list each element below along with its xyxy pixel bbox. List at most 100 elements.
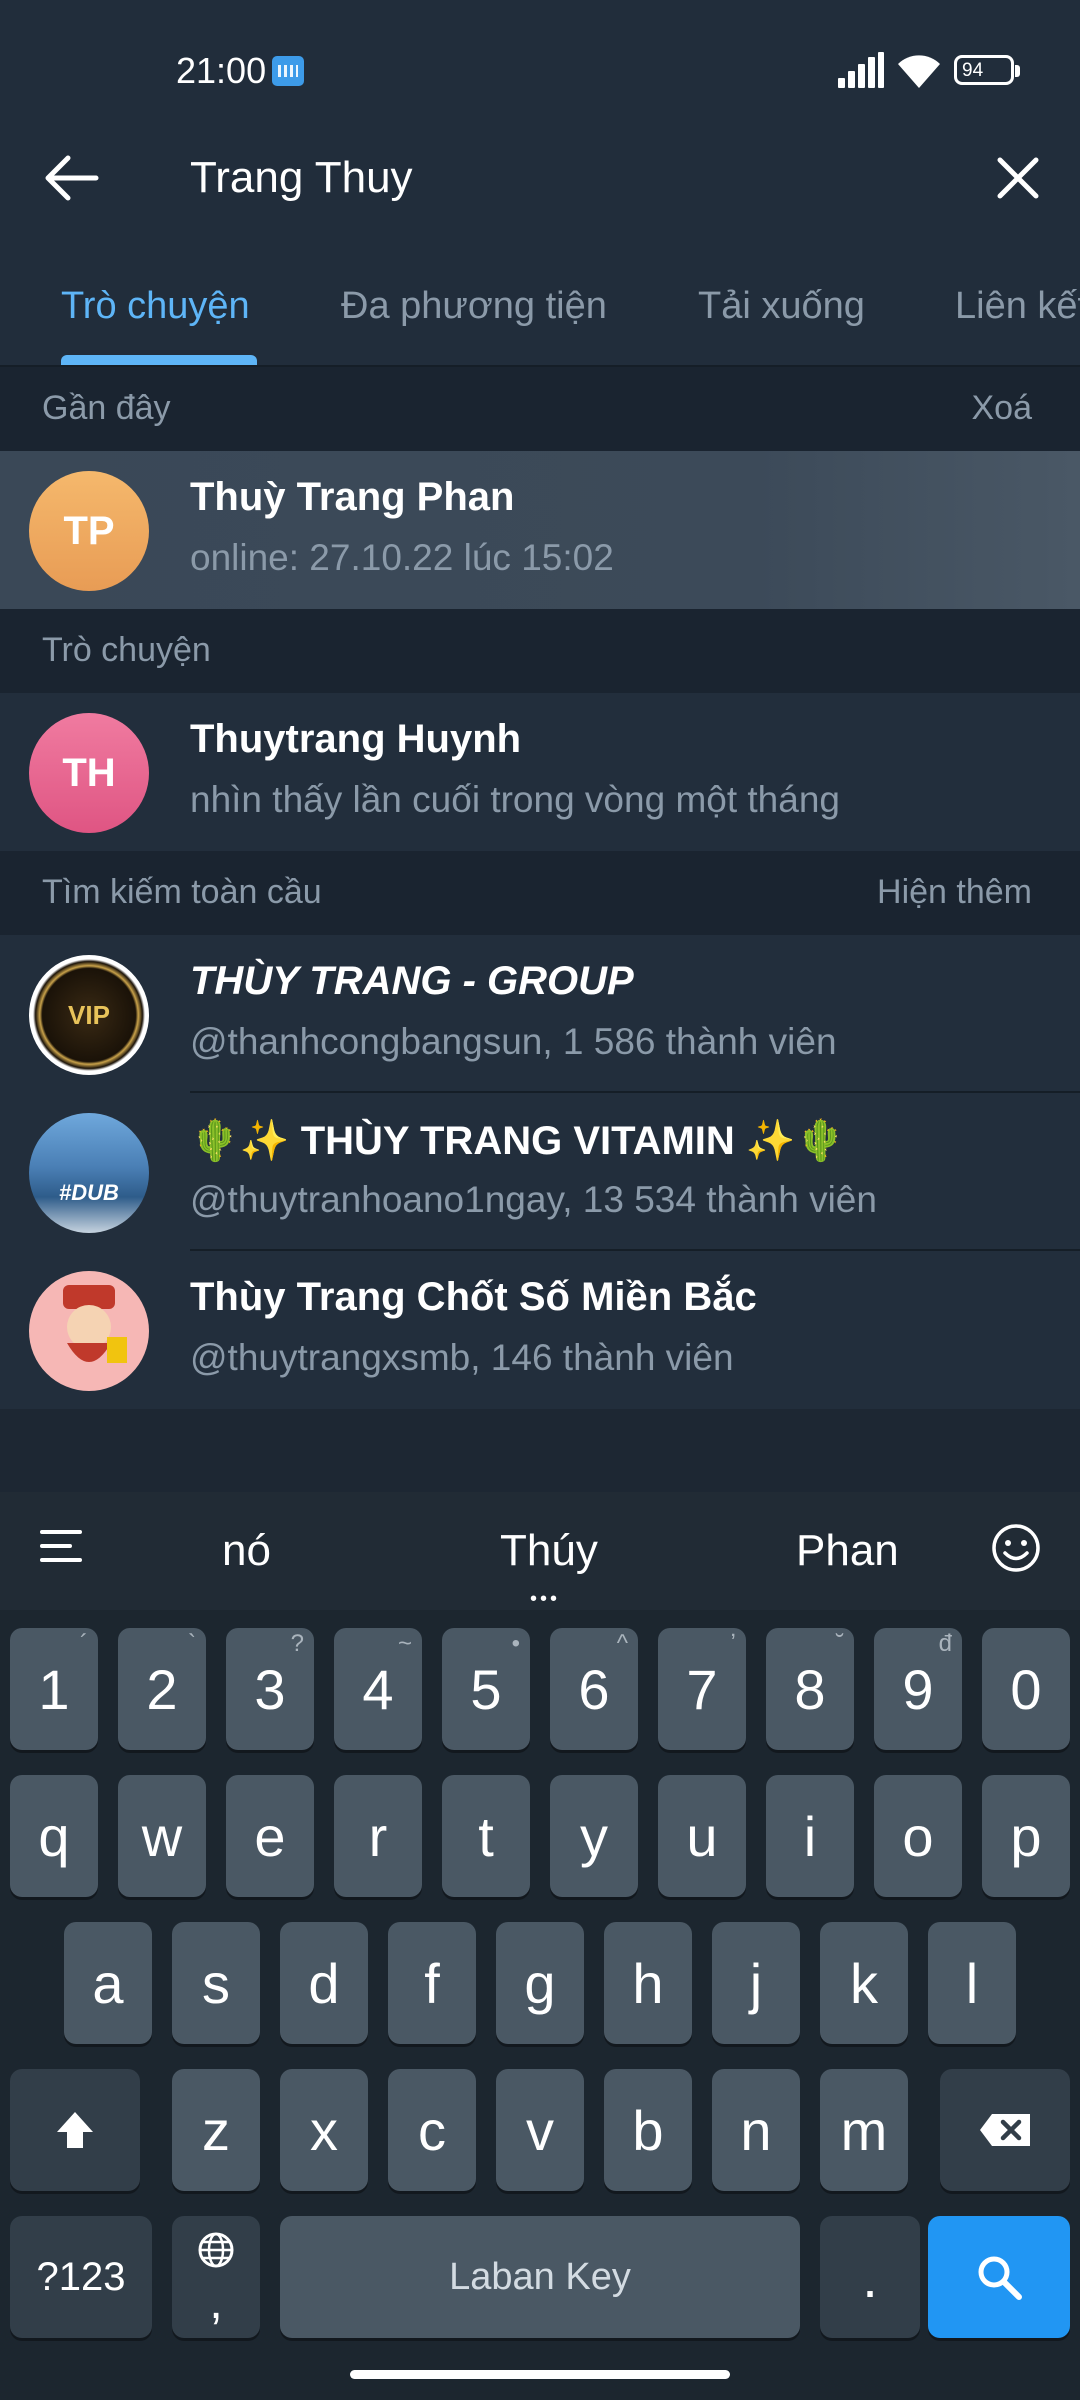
keyboard-suggestion-bar: nó Thúy ••• Phan: [0, 1492, 1080, 1610]
search-icon: [978, 2256, 1022, 2300]
avatar: #DUB: [29, 1113, 149, 1233]
language-comma-key[interactable]: ,: [172, 2216, 260, 2338]
key-e[interactable]: e: [226, 1775, 314, 1897]
key-h[interactable]: h: [604, 1922, 692, 2044]
section-title: Gần đây: [42, 389, 171, 427]
key-d[interactable]: d: [280, 1922, 368, 2044]
tab-indicator: [61, 355, 257, 365]
suggestion[interactable]: nó: [222, 1526, 271, 1576]
key-t[interactable]: t: [442, 1775, 530, 1897]
tab-downloads[interactable]: Tải xuống: [698, 285, 865, 328]
list-item[interactable]: TP Thuỳ Trang Phan online: 27.10.22 lúc …: [0, 451, 1080, 609]
backspace-icon: [980, 2114, 1030, 2146]
avatar: TH: [29, 713, 149, 833]
key-7[interactable]: ʼ7: [658, 1628, 746, 1750]
battery-level: 94: [962, 60, 984, 81]
key-4[interactable]: ~4: [334, 1628, 422, 1750]
keyboard-indicator-icon: [272, 56, 304, 86]
symbols-key[interactable]: ?123: [10, 2216, 152, 2338]
key-l[interactable]: l: [928, 1922, 1016, 2044]
key-i[interactable]: i: [766, 1775, 854, 1897]
avatar-logo-text: #DUB: [59, 1180, 119, 1205]
suggestion[interactable]: Thúy: [500, 1526, 598, 1576]
backspace-key[interactable]: [940, 2069, 1070, 2191]
suggestion[interactable]: Phan: [796, 1526, 899, 1576]
clear-recent-button[interactable]: Xoá: [972, 389, 1033, 428]
list-item[interactable]: #DUB 🌵✨ THÙY TRANG VITAMIN ✨🌵 @thuytranh…: [0, 1093, 1080, 1251]
group-name: Thùy Trang Chốt Số Miền Bắc: [190, 1275, 757, 1319]
group-info: @thuytranhoano1ngay, 13 534 thành viên: [190, 1179, 877, 1220]
key-u[interactable]: u: [658, 1775, 746, 1897]
group-name: THÙY TRANG - GROUP: [190, 959, 634, 1003]
list-item[interactable]: Thùy Trang Chốt Số Miền Bắc @thuytrangxs…: [0, 1251, 1080, 1409]
signal-icon: [838, 52, 884, 88]
group-info: @thanhcongbangsun, 1 586 thành viên: [190, 1021, 837, 1062]
contact-status: online: 27.10.22 lúc 15:02: [190, 537, 614, 578]
menu-icon[interactable]: [40, 1528, 84, 1564]
section-recent: Gần đây Xoá: [0, 367, 1080, 451]
key-r[interactable]: r: [334, 1775, 422, 1897]
key-1[interactable]: ´ 1: [10, 1628, 98, 1750]
comma-label: ,: [209, 2275, 223, 2329]
key-y[interactable]: y: [550, 1775, 638, 1897]
tab-links[interactable]: Liên kết: [955, 285, 1080, 328]
section-global-search: Tìm kiếm toàn cầu Hiện thêm: [0, 851, 1080, 935]
key-p[interactable]: p: [982, 1775, 1070, 1897]
key-v[interactable]: v: [496, 2069, 584, 2191]
key-s[interactable]: s: [172, 1922, 260, 2044]
contact-status: nhìn thấy lần cuối trong vòng một tháng: [190, 779, 840, 820]
shift-key[interactable]: [10, 2069, 140, 2191]
tab-chats[interactable]: Trò chuyện: [61, 285, 250, 328]
list-item[interactable]: TH Thuytrang Huynh nhìn thấy lần cuối tr…: [0, 693, 1080, 851]
avatar-logo-text: VIP: [68, 999, 110, 1030]
key-2[interactable]: ` 2: [118, 1628, 206, 1750]
show-more-button[interactable]: Hiện thêm: [877, 873, 1032, 912]
globe-icon: [198, 2232, 234, 2268]
home-indicator[interactable]: [350, 2370, 730, 2379]
key-k[interactable]: k: [820, 1922, 908, 2044]
key-5[interactable]: • 5: [442, 1628, 530, 1750]
section-chats: Trò chuyện: [0, 609, 1080, 693]
search-input[interactable]: [190, 148, 950, 208]
key-z[interactable]: z: [172, 2069, 260, 2191]
key-m[interactable]: m: [820, 2069, 908, 2191]
wifi-icon: [898, 55, 940, 88]
period-key[interactable]: .: [820, 2216, 920, 2338]
key-j[interactable]: j: [712, 1922, 800, 2044]
space-key[interactable]: Laban Key: [280, 2216, 800, 2338]
key-8[interactable]: ˘ 8: [766, 1628, 854, 1750]
keyboard: ´ 1 ` 2 ? 3 ~4 • 5 ^ 6 ʼ7 ˘ 8 đ9 0 q w e r t y…: [0, 1610, 1080, 2400]
shift-arrow-icon: [57, 2112, 93, 2148]
contact-name: Thuytrang Huynh: [190, 717, 522, 761]
god-of-wealth-icon: [63, 1285, 127, 1363]
list-item[interactable]: VIP THÙY TRANG - GROUP @thanhcongbangsun…: [0, 935, 1080, 1093]
key-f[interactable]: f: [388, 1922, 476, 2044]
group-info: @thuytrangxsmb, 146 thành viên: [190, 1337, 734, 1378]
key-g[interactable]: g: [496, 1922, 584, 2044]
status-bar: 21:00 94: [0, 0, 1080, 140]
section-title: Tìm kiếm toàn cầu: [42, 873, 322, 911]
key-o[interactable]: o: [874, 1775, 962, 1897]
emoji-icon[interactable]: [990, 1522, 1042, 1574]
tab-media[interactable]: Đa phương tiện: [341, 285, 607, 328]
avatar: VIP: [29, 955, 149, 1075]
key-3[interactable]: ? 3: [226, 1628, 314, 1750]
key-c[interactable]: c: [388, 2069, 476, 2191]
back-arrow-icon[interactable]: [38, 150, 104, 206]
avatar: [29, 1271, 149, 1391]
key-9[interactable]: đ9: [874, 1628, 962, 1750]
key-n[interactable]: n: [712, 2069, 800, 2191]
key-x[interactable]: x: [280, 2069, 368, 2191]
key-0[interactable]: 0: [982, 1628, 1070, 1750]
key-b[interactable]: b: [604, 2069, 692, 2191]
close-icon[interactable]: [990, 150, 1046, 206]
key-w[interactable]: w: [118, 1775, 206, 1897]
clock: 21:00: [176, 50, 267, 91]
more-suggestions-indicator: •••: [530, 1588, 561, 1610]
key-6[interactable]: ^ 6: [550, 1628, 638, 1750]
search-key[interactable]: [928, 2216, 1070, 2338]
key-a[interactable]: a: [64, 1922, 152, 2044]
tab-bar: Trò chuyện Đa phương tiện Tải xuống Liên…: [0, 255, 1080, 365]
key-q[interactable]: q: [10, 1775, 98, 1897]
avatar: TP: [29, 471, 149, 591]
